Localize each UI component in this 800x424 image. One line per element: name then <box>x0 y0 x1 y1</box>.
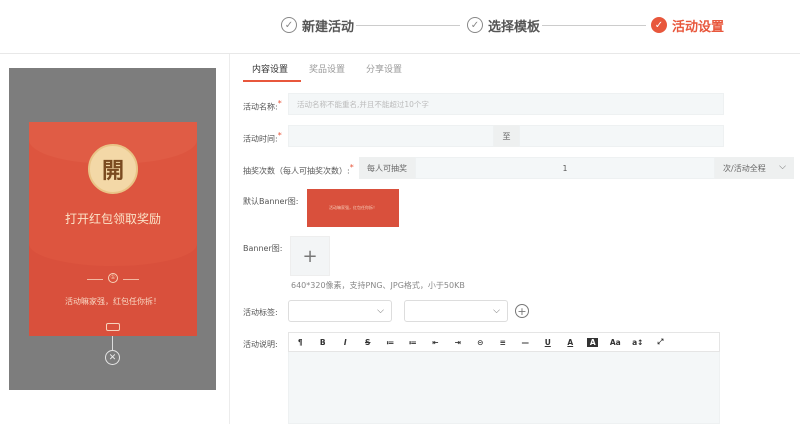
phone-preview: 開 打开红包领取奖励 ① 活动嘛家强，红包任你拆！ ✕ <box>9 68 216 390</box>
check-circle-filled-icon: ✓ <box>651 17 667 33</box>
horizontal-rule-icon[interactable]: — <box>514 338 537 347</box>
upload-button[interactable]: + <box>290 236 330 276</box>
banner-label: Banner图: <box>243 244 283 253</box>
check-circle-icon: ✓ <box>281 17 297 33</box>
step-label: 新建活动 <box>302 19 355 35</box>
tab-share-settings[interactable]: 分享设置 <box>366 62 402 75</box>
banner-thumb-text: 活动嘛家强，红包任你拆！ <box>329 205 377 210</box>
close-connector <box>112 336 113 350</box>
draw-unit-text: 次/活动全程 <box>723 163 766 173</box>
draw-count-prefix: 每人可抽奖 <box>359 157 415 179</box>
activity-desc-label: 活动说明: <box>243 340 278 349</box>
unordered-list-icon[interactable]: ≔ <box>402 338 425 347</box>
tab-prize-settings[interactable]: 奖品设置 <box>309 62 345 75</box>
activity-name-input[interactable]: 活动名称不能重名,并且不能超过10个字 <box>288 93 724 115</box>
step-activity-settings: ✓ 活动设置 <box>651 14 724 36</box>
divider-line <box>123 279 139 280</box>
line-height-icon[interactable]: a↕ <box>627 338 650 347</box>
close-icon[interactable]: ✕ <box>105 350 120 365</box>
bold-icon[interactable]: B <box>312 338 335 347</box>
add-tag-icon[interactable]: + <box>515 304 529 318</box>
fullscreen-icon[interactable]: ⤢ <box>649 337 672 347</box>
step-choose-template: ✓ 选择模板 <box>467 14 540 36</box>
open-envelope-button[interactable]: 開 <box>88 144 138 194</box>
time-separator: 至 <box>494 125 519 147</box>
plus-icon: + <box>302 245 318 267</box>
chevron-down-icon: ⌵ <box>493 306 500 316</box>
align-icon[interactable]: ≡ <box>492 338 515 347</box>
step-label: 活动设置 <box>672 19 725 35</box>
step-connector <box>356 25 460 26</box>
indent-icon[interactable]: ⇥ <box>447 338 470 347</box>
label-text: 活动时间: <box>243 134 278 144</box>
font-color-icon[interactable]: A <box>559 338 582 347</box>
chevron-down-icon: ⌵ <box>377 306 384 316</box>
step-connector <box>542 25 646 26</box>
label-text: 活动名称: <box>243 102 278 112</box>
chevron-down-icon: ⌵ <box>779 162 786 172</box>
activity-time-label: 活动时间:* <box>243 131 282 145</box>
steps-header: ✓ 新建活动 ✓ 选择模板 ✓ 活动设置 <box>0 0 800 54</box>
step-new-activity: ✓ 新建活动 <box>281 14 354 36</box>
draw-count-label: 抽奖次数（每人可抽奖次数）:* <box>243 163 354 177</box>
envelope-bottom: ① 活动嘛家强，红包任你拆！ <box>29 268 197 336</box>
required-mark: * <box>349 163 354 172</box>
paragraph-icon[interactable]: ¶ <box>289 338 312 347</box>
active-tab-indicator <box>243 80 301 82</box>
font-size-icon[interactable]: Aa <box>604 338 627 347</box>
start-time-input[interactable] <box>288 125 494 147</box>
vertical-divider <box>229 54 230 424</box>
badge-icon: ① <box>108 273 118 283</box>
outdent-icon[interactable]: ⇤ <box>424 338 447 347</box>
activity-name-label: 活动名称:* <box>243 99 282 113</box>
step-label: 选择模板 <box>488 19 541 35</box>
ordered-list-icon[interactable]: ≔ <box>379 338 402 347</box>
activity-tag-label: 活动标签: <box>243 308 278 317</box>
default-banner-label: 默认Banner图: <box>243 197 299 206</box>
end-time-input[interactable] <box>519 125 724 147</box>
tag-select-2[interactable]: ⌵ <box>404 300 508 322</box>
tag-select-1[interactable]: ⌵ <box>288 300 392 322</box>
required-mark: * <box>277 99 282 108</box>
italic-icon[interactable]: I <box>334 338 357 347</box>
draw-count-input[interactable]: 1 <box>415 157 715 179</box>
divider-line <box>87 279 103 280</box>
description-editor[interactable] <box>288 352 720 424</box>
red-envelope: 開 打开红包领取奖励 ① 活动嘛家强，红包任你拆！ <box>29 122 197 336</box>
check-circle-icon: ✓ <box>467 17 483 33</box>
underline-icon[interactable]: U <box>537 338 560 347</box>
tab-content-settings[interactable]: 内容设置 <box>252 62 288 75</box>
strikethrough-icon[interactable]: S <box>357 338 380 347</box>
editor-toolbar: ¶ B I S ≔ ≔ ⇤ ⇥ ⊝ ≡ — U A A Aa a↕ ⤢ <box>288 332 720 352</box>
label-text: 抽奖次数（每人可抽奖次数）: <box>243 166 350 176</box>
banner-hint: 640*320像素，支持PNG、JPG格式，小于50KB <box>291 281 465 290</box>
highlight-icon[interactable]: A <box>587 337 599 347</box>
envelope-wish-text: 活动嘛家强，红包任你拆！ <box>65 297 161 306</box>
envelope-title: 打开红包领取奖励 <box>64 212 161 226</box>
required-mark: * <box>277 131 282 140</box>
draw-unit-select[interactable]: 次/活动全程 ⌵ <box>715 157 794 179</box>
link-icon[interactable]: ⊝ <box>469 338 492 347</box>
ticket-icon <box>106 323 120 331</box>
default-banner-image[interactable]: 活动嘛家强，红包任你拆！ <box>307 189 399 227</box>
